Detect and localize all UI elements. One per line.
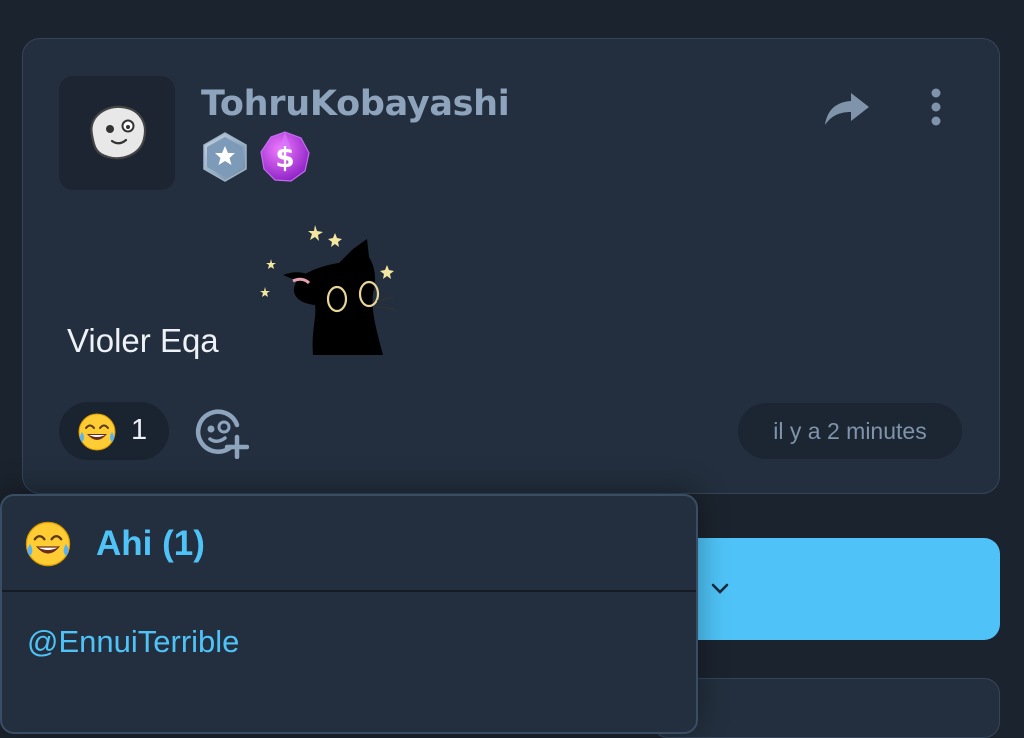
username[interactable]: TohruKobayashi bbox=[201, 84, 510, 124]
reactions-popover: Ahi (1) @EnnuiTerrible bbox=[0, 494, 698, 734]
timestamp: il y a 2 minutes bbox=[738, 403, 962, 459]
reaction-user-link[interactable]: @EnnuiTerrible bbox=[27, 624, 239, 660]
dollar-gem-badge-icon: $ bbox=[260, 131, 310, 182]
svg-text:$: $ bbox=[275, 141, 294, 174]
divider bbox=[2, 590, 696, 592]
tears-of-joy-emoji-icon bbox=[78, 413, 116, 451]
black-cat-sticker bbox=[260, 225, 396, 355]
more-options-icon[interactable] bbox=[919, 85, 953, 129]
reaction-group-title: Ahi (1) bbox=[96, 524, 205, 563]
star-badge-icon bbox=[203, 132, 247, 182]
chevron-down-icon bbox=[711, 583, 729, 594]
post-text: Violer Eqa bbox=[67, 322, 219, 359]
avatar-face-icon bbox=[90, 105, 147, 160]
next-post-card bbox=[652, 678, 1000, 738]
reaction-count: 1 bbox=[131, 414, 148, 446]
add-reaction-icon[interactable] bbox=[193, 405, 249, 459]
share-icon[interactable] bbox=[823, 89, 871, 129]
post-card: TohruKobayashi $ Violer Eqa 1 il y a 2 m… bbox=[22, 38, 1000, 494]
tears-of-joy-emoji-icon bbox=[25, 521, 71, 567]
reaction-button[interactable]: 1 bbox=[59, 402, 169, 460]
avatar[interactable] bbox=[59, 76, 175, 190]
expand-button[interactable] bbox=[660, 538, 1000, 640]
